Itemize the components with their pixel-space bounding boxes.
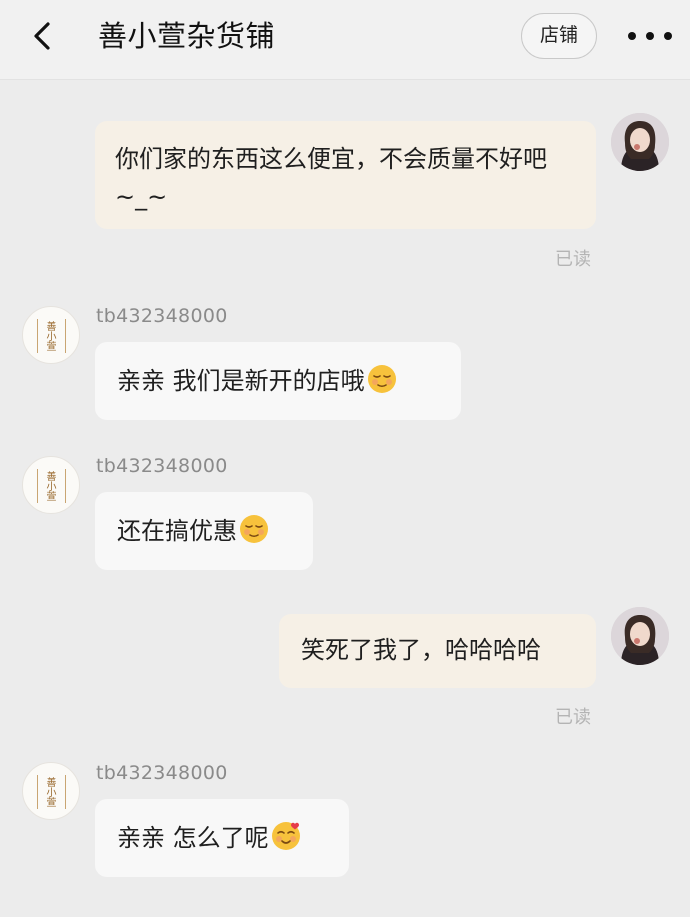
- read-status: 已读: [555, 707, 591, 728]
- message-text: 亲亲 我们是新开的店哦: [117, 367, 365, 395]
- my-message-bubble[interactable]: 你们家的东西这么便宜，不会质量不好吧~_~: [95, 121, 596, 229]
- chat-title: 善小萱杂货铺: [98, 19, 276, 53]
- my-avatar[interactable]: [611, 607, 669, 665]
- user-photo-icon: [611, 113, 669, 171]
- message-text: 笑死了我了，哈哈哈哈: [301, 636, 541, 664]
- message-text: 你们家的东西这么便宜，不会质量不好吧~_~: [115, 145, 547, 211]
- more-horizontal-icon: [628, 32, 636, 40]
- relieved-face-icon: [367, 365, 396, 393]
- shop-message-bubble[interactable]: 还在搞优惠: [95, 492, 313, 570]
- shop-message-bubble[interactable]: 亲亲 怎么了呢: [95, 799, 349, 877]
- shop-logo: 善小萱: [44, 777, 55, 807]
- user-photo-icon: [611, 607, 669, 665]
- my-message-bubble[interactable]: 笑死了我了，哈哈哈哈: [279, 614, 596, 688]
- relieved-face-icon: [240, 515, 268, 543]
- shop-message-bubble[interactable]: 亲亲 我们是新开的店哦: [95, 342, 461, 420]
- shop-avatar[interactable]: 善小萱: [22, 762, 80, 820]
- top-bar: 善小萱杂货铺 店铺: [0, 0, 690, 80]
- read-status: 已读: [555, 249, 591, 270]
- my-avatar[interactable]: [611, 113, 669, 171]
- sender-name: tb432348000: [96, 305, 228, 327]
- shop-button[interactable]: 店铺: [521, 13, 597, 59]
- back-button[interactable]: [22, 14, 62, 58]
- shop-logo: 善小萱: [44, 321, 55, 351]
- chevron-left-icon: [34, 22, 50, 50]
- sender-name: tb432348000: [96, 455, 228, 477]
- message-text: 亲亲 怎么了呢: [117, 824, 269, 852]
- sender-name: tb432348000: [96, 762, 228, 784]
- message-text: 还在搞优惠: [117, 517, 237, 545]
- shop-logo: 善小萱: [44, 471, 55, 501]
- more-button[interactable]: [628, 24, 672, 48]
- smiling-face-with-hearts-icon: [271, 822, 300, 850]
- shop-avatar[interactable]: 善小萱: [22, 456, 80, 514]
- shop-avatar[interactable]: 善小萱: [22, 306, 80, 364]
